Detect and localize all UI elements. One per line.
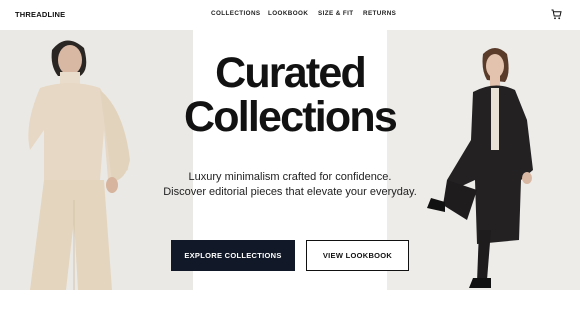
hero-section: Curated Collections Luxury minimalism cr… — [0, 30, 580, 290]
hero-subtitle-line2: Discover editorial pieces that elevate y… — [163, 186, 417, 198]
nav-returns[interactable]: RETURNS — [363, 10, 396, 17]
hero-title-line2: Collections — [184, 93, 398, 141]
site-header: THREADLINE COLLECTIONS LOOKBOOK SIZE & F… — [0, 0, 580, 30]
cart-icon[interactable] — [551, 9, 562, 20]
view-lookbook-button[interactable]: VIEW LOOKBOOK — [306, 240, 409, 271]
hero-title-line1: Curated — [215, 49, 367, 97]
nav-size-fit[interactable]: SIZE & FIT — [318, 10, 353, 17]
hero-subtitle-line1: Luxury minimalism crafted for confidence… — [188, 171, 392, 183]
nav-lookbook[interactable]: LOOKBOOK — [268, 10, 308, 17]
nav-collections[interactable]: COLLECTIONS — [211, 10, 261, 17]
main-nav: COLLECTIONS LOOKBOOK SIZE & FIT RETURNS — [0, 10, 580, 22]
explore-collections-button[interactable]: EXPLORE COLLECTIONS — [171, 240, 295, 271]
